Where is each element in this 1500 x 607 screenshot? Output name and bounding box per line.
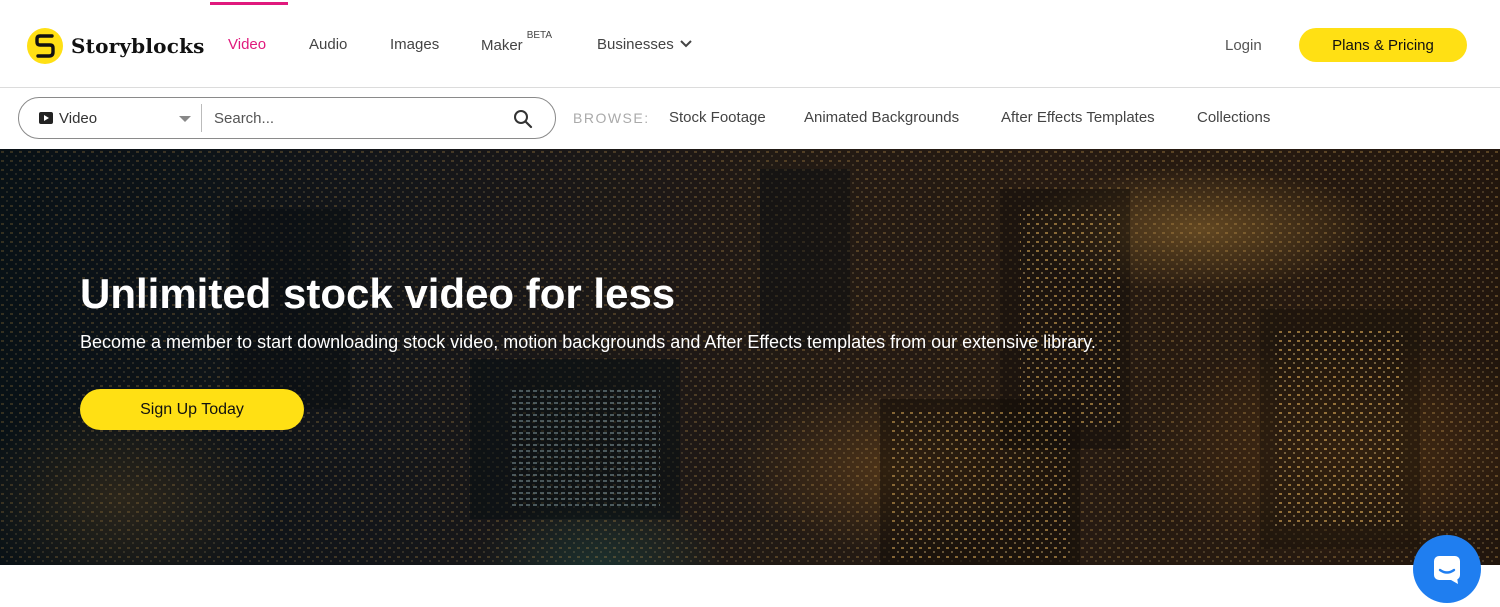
storyblocks-logo-icon: [27, 28, 63, 64]
dropdown-caret-icon: [179, 116, 191, 122]
search-box: Video: [18, 97, 556, 139]
search-browse-bar: Video BROWSE: Stock Footage Animated Bac…: [0, 88, 1500, 149]
browse-label: BROWSE:: [573, 110, 650, 126]
chat-icon: [1434, 556, 1460, 584]
browse-link-collections[interactable]: Collections: [1197, 109, 1270, 126]
nav-link-maker-label: Maker: [481, 37, 523, 54]
storyblocks-logo[interactable]: Storyblocks: [27, 28, 205, 64]
nav-link-maker[interactable]: MakerBETA: [481, 30, 552, 54]
browse-link-stock-footage[interactable]: Stock Footage: [669, 109, 766, 126]
browse-link-after-effects-templates[interactable]: After Effects Templates: [1001, 109, 1155, 126]
search-input[interactable]: [202, 98, 502, 138]
browse-link-animated-backgrounds[interactable]: Animated Backgrounds: [804, 109, 959, 126]
brand-name: Storyblocks: [71, 34, 205, 58]
hero-overlay: [0, 149, 1500, 565]
top-navigation: Storyblocks Video Audio Images MakerBETA…: [0, 0, 1500, 88]
nav-link-audio[interactable]: Audio: [309, 36, 347, 53]
media-type-selected: Video: [59, 109, 98, 127]
sign-up-button[interactable]: Sign Up Today: [80, 389, 304, 430]
chat-launcher-button[interactable]: [1413, 535, 1481, 603]
nav-link-businesses-label: Businesses: [597, 36, 674, 53]
video-play-icon: [39, 112, 53, 124]
active-nav-indicator: [210, 2, 288, 5]
plans-pricing-button[interactable]: Plans & Pricing: [1299, 28, 1467, 62]
hero-subtitle: Become a member to start downloading sto…: [80, 332, 1096, 352]
login-link[interactable]: Login: [1225, 37, 1262, 54]
hero-title: Unlimited stock video for less: [80, 270, 676, 317]
beta-badge: BETA: [526, 30, 553, 41]
hero-banner: Unlimited stock video for less Become a …: [0, 149, 1500, 565]
nav-link-businesses[interactable]: Businesses: [597, 36, 692, 53]
search-icon[interactable]: [513, 109, 533, 129]
nav-link-images[interactable]: Images: [390, 36, 439, 53]
chevron-down-icon: [680, 40, 692, 48]
media-type-dropdown[interactable]: Video: [19, 98, 201, 138]
nav-link-video[interactable]: Video: [228, 36, 266, 53]
